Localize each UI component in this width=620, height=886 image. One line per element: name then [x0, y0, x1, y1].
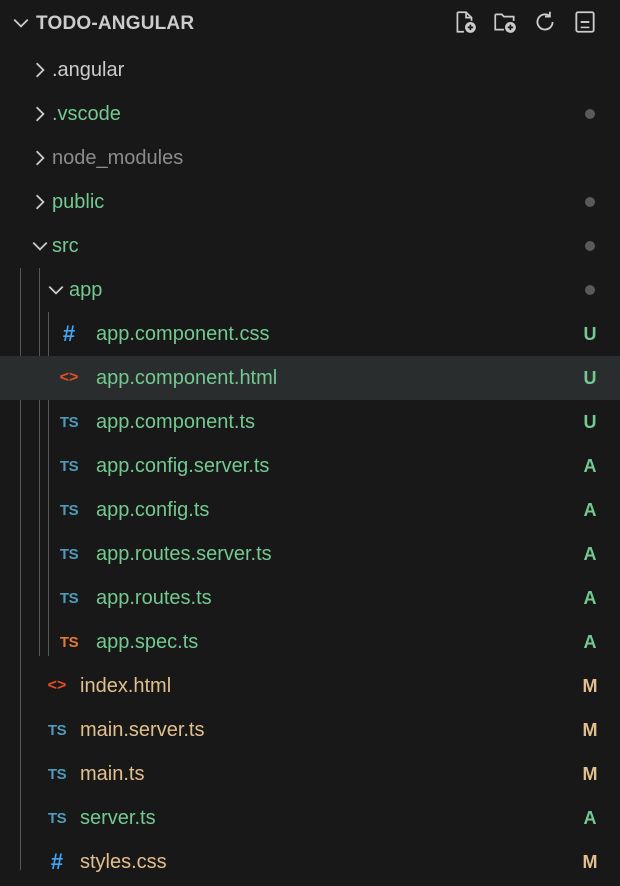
explorer-header[interactable]: TODO-ANGULAR: [0, 0, 620, 46]
typescript-icon: TS: [59, 589, 79, 607]
html-icon: <>: [59, 369, 79, 386]
file-item-app-config-server-ts[interactable]: TS app.config.server.ts A: [0, 444, 620, 488]
file-label: app.component.ts: [96, 411, 255, 433]
git-status-badge: U: [583, 324, 597, 344]
typescript-icon: TS: [59, 457, 79, 475]
git-status-badge: A: [583, 500, 597, 520]
typescript-icon: TS: [59, 545, 79, 563]
typescript-icon: TS: [47, 721, 67, 739]
git-status-badge: M: [582, 764, 598, 784]
html-icon: <>: [47, 677, 67, 694]
folder-item-src[interactable]: src: [0, 224, 620, 268]
css-icon: #: [50, 849, 64, 874]
file-label: app.routes.server.ts: [96, 543, 272, 565]
file-item-app-routes-server-ts[interactable]: TS app.routes.server.ts A: [0, 532, 620, 576]
explorer-title: TODO-ANGULAR: [36, 13, 195, 34]
folder-item-vscode[interactable]: .vscode: [0, 92, 620, 136]
git-status-badge: A: [583, 588, 597, 608]
file-label: index.html: [80, 675, 172, 697]
folder-label: node_modules: [52, 147, 184, 169]
chevron-right-icon[interactable]: [30, 92, 50, 136]
folder-label: .vscode: [52, 103, 121, 125]
explorer-actions: [452, 9, 598, 35]
css-icon: #: [62, 321, 76, 346]
folder-item-node-modules[interactable]: node_modules: [0, 136, 620, 180]
file-label: app.component.css: [96, 323, 270, 345]
chevron-down-icon[interactable]: [30, 224, 50, 268]
folder-item-app[interactable]: app: [0, 268, 620, 312]
git-status-badge: A: [583, 632, 597, 652]
typescript-icon: TS: [59, 413, 79, 431]
file-label: server.ts: [80, 807, 156, 829]
file-item-app-config-ts[interactable]: TS app.config.ts A: [0, 488, 620, 532]
collapse-all-icon[interactable]: [572, 9, 598, 35]
file-item-main-ts[interactable]: TS main.ts M: [0, 752, 620, 796]
status-dot: [585, 109, 595, 119]
file-item-app-component-html[interactable]: <> app.component.html U: [0, 356, 620, 400]
file-item-app-component-css[interactable]: # app.component.css U: [0, 312, 620, 356]
file-item-server-ts[interactable]: TS server.ts A: [0, 796, 620, 840]
file-item-app-component-ts[interactable]: TS app.component.ts U: [0, 400, 620, 444]
git-status-badge: A: [583, 808, 597, 828]
git-status-badge: M: [582, 720, 598, 740]
file-label: app.config.server.ts: [96, 455, 270, 477]
chevron-down-icon[interactable]: [12, 14, 30, 32]
folder-label: app: [69, 279, 103, 301]
git-status-badge: U: [583, 412, 597, 432]
file-item-app-routes-ts[interactable]: TS app.routes.ts A: [0, 576, 620, 620]
file-label: styles.css: [80, 851, 167, 873]
file-item-index-html[interactable]: <> index.html M: [0, 664, 620, 708]
typescript-icon: TS: [47, 765, 67, 783]
file-item-main-server-ts[interactable]: TS main.server.ts M: [0, 708, 620, 752]
git-status-badge: M: [582, 676, 598, 696]
git-status-badge: M: [582, 852, 598, 872]
file-label: app.config.ts: [96, 499, 210, 521]
folder-label: .angular: [52, 59, 125, 81]
folder-label: public: [52, 191, 105, 213]
git-status-badge: A: [583, 544, 597, 564]
file-label: app.routes.ts: [96, 587, 212, 609]
folder-item-public[interactable]: public: [0, 180, 620, 224]
git-status-badge: U: [583, 368, 597, 388]
status-dot: [585, 241, 595, 251]
file-label: main.ts: [80, 763, 145, 785]
new-folder-icon[interactable]: [492, 9, 518, 35]
typescript-icon: TS: [59, 501, 79, 519]
folder-label: src: [52, 235, 79, 257]
git-status-badge: A: [583, 456, 597, 476]
file-explorer: TODO-ANGULAR .angular .vscode node_modules…: [0, 0, 620, 886]
folder-item-angular[interactable]: .angular: [0, 48, 620, 92]
status-dot: [585, 197, 595, 207]
typescript-icon: TS: [59, 633, 79, 651]
file-label: main.server.ts: [80, 719, 205, 741]
file-label: app.spec.ts: [96, 631, 199, 653]
file-item-app-spec-ts[interactable]: TS app.spec.ts A: [0, 620, 620, 664]
file-item-styles-css[interactable]: # styles.css M: [0, 840, 620, 884]
new-file-icon[interactable]: [452, 9, 478, 35]
chevron-right-icon[interactable]: [30, 48, 50, 92]
refresh-icon[interactable]: [532, 9, 558, 35]
chevron-right-icon[interactable]: [30, 180, 50, 224]
chevron-down-icon[interactable]: [46, 268, 66, 312]
typescript-icon: TS: [47, 809, 67, 827]
status-dot: [585, 285, 595, 295]
file-label: app.component.html: [96, 367, 278, 389]
chevron-right-icon[interactable]: [30, 136, 50, 180]
